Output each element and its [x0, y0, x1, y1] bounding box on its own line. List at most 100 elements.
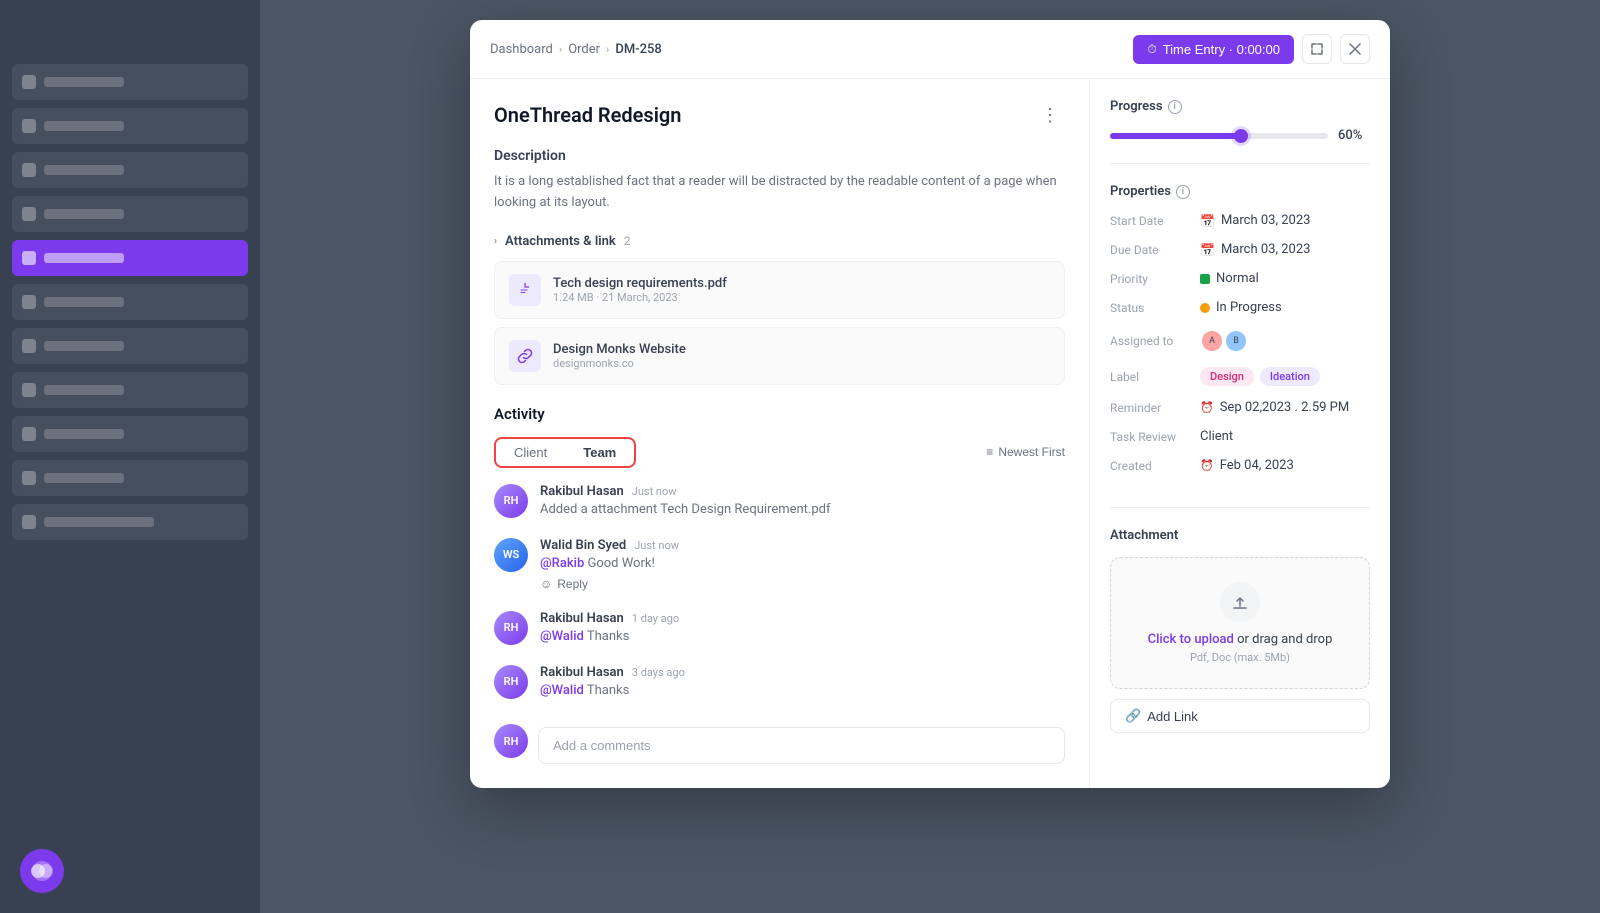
sidebar-item-4 — [12, 196, 248, 232]
label-value: Design Ideation — [1200, 367, 1320, 386]
label-ideation-tag[interactable]: Ideation — [1260, 367, 1320, 386]
task-review-label: Task Review — [1110, 430, 1200, 444]
upload-link-text[interactable]: Click to upload — [1148, 632, 1234, 647]
avatar-rakibul-2: RH — [494, 611, 528, 645]
attachment-link[interactable]: Design Monks Website designmonks.co — [494, 327, 1065, 385]
modal-container: Dashboard › Order › DM-258 ⏱ Time Entry … — [470, 20, 1390, 788]
activity-content-3: Rakibul Hasan 1 day ago @Walid Thanks — [540, 611, 1065, 645]
activity-content-1: Rakibul Hasan Just now Added a attachmen… — [540, 484, 1065, 518]
breadcrumb-dashboard[interactable]: Dashboard — [490, 42, 553, 57]
task-title: OneThread Redesign — [494, 103, 681, 127]
due-date[interactable]: March 03, 2023 — [1221, 242, 1311, 257]
attachments-header[interactable]: › Attachments & link 2 — [494, 234, 1065, 249]
created-label: Created — [1110, 459, 1200, 473]
activity-item-1: RH Rakibul Hasan Just now Added a attach… — [494, 484, 1065, 518]
activity-item-4: RH Rakibul Hasan 3 days ago @Walid Thank… — [494, 665, 1065, 699]
assignee-avatar-1: A — [1200, 329, 1224, 353]
reply-icon: ☺ — [540, 577, 552, 591]
activity-tabs: Client Team — [494, 437, 636, 468]
calendar-icon-2: 📅 — [1200, 243, 1215, 257]
link-chain-icon: 🔗 — [1125, 708, 1141, 724]
sidebar-background — [0, 0, 260, 913]
pdf-icon — [509, 274, 541, 306]
more-options-button[interactable]: ⋮ — [1035, 103, 1065, 128]
tab-client[interactable]: Client — [496, 439, 565, 466]
activity-text-3: @Walid Thanks — [540, 629, 1065, 644]
sidebar-item-10 — [12, 504, 248, 540]
user-time-2: Just now — [634, 539, 679, 552]
breadcrumb-order[interactable]: Order — [568, 42, 600, 57]
breadcrumb: Dashboard › Order › DM-258 — [490, 42, 662, 57]
user-name-3: Rakibul Hasan — [540, 611, 624, 626]
progress-bar[interactable] — [1110, 133, 1328, 139]
sidebar-item-7 — [12, 372, 248, 408]
pdf-name: Tech design requirements.pdf — [553, 276, 727, 291]
attachment-right-section: Attachment Click to upload or drag and d… — [1110, 528, 1370, 733]
user-name-1: Rakibul Hasan — [540, 484, 624, 499]
clock-icon: ⏱ — [1147, 42, 1156, 57]
reminder-text[interactable]: Sep 02,2023 . 2.59 PM — [1220, 400, 1350, 415]
assigned-to-value: A B — [1200, 329, 1242, 353]
activity-item-2: WS Walid Bin Syed Just now @Rakib Good W… — [494, 538, 1065, 591]
task-review-value: Client — [1200, 429, 1233, 444]
breadcrumb-sep-1: › — [559, 43, 562, 56]
upload-hint: Pdf, Doc (max. 5Mb) — [1127, 651, 1353, 664]
reminder-label: Reminder — [1110, 401, 1200, 415]
created-value: ⏰ Feb 04, 2023 — [1200, 458, 1294, 473]
modal-area: Dashboard › Order › DM-258 ⏱ Time Entry … — [260, 0, 1600, 913]
calendar-icon-1: 📅 — [1200, 214, 1215, 228]
progress-percentage: 60% — [1338, 128, 1370, 143]
reply-label: Reply — [557, 577, 588, 591]
prop-status: Status In Progress — [1110, 300, 1370, 315]
left-panel: OneThread Redesign ⋮ Description It is a… — [470, 79, 1090, 788]
attachment-label: Attachment — [1110, 528, 1178, 543]
priority-text[interactable]: Normal — [1216, 271, 1259, 286]
progress-info-icon: i — [1168, 100, 1182, 114]
upload-text: Click to upload or drag and drop — [1127, 632, 1353, 647]
status-dot-icon — [1200, 303, 1210, 313]
pdf-meta: 1.24 MB · 21 March, 2023 — [553, 291, 727, 304]
time-entry-button[interactable]: ⏱ Time Entry · 0:00:00 — [1133, 35, 1294, 64]
attachment-pdf[interactable]: Tech design requirements.pdf 1.24 MB · 2… — [494, 261, 1065, 319]
expand-button[interactable] — [1302, 34, 1332, 64]
due-date-label: Due Date — [1110, 243, 1200, 257]
priority-value: Normal — [1200, 271, 1259, 286]
activity-tabs-row: Client Team ≡ Newest First — [494, 437, 1065, 468]
tab-team[interactable]: Team — [565, 439, 634, 466]
label-design-tag[interactable]: Design — [1200, 367, 1254, 386]
sidebar-item-5 — [12, 284, 248, 320]
reply-button[interactable]: ☺ Reply — [540, 577, 588, 591]
start-date[interactable]: March 03, 2023 — [1221, 213, 1311, 228]
user-row-2: Walid Bin Syed Just now — [540, 538, 1065, 553]
user-time-1: Just now — [632, 485, 677, 498]
prop-created: Created ⏰ Feb 04, 2023 — [1110, 458, 1370, 473]
properties-info-icon: i — [1176, 185, 1190, 199]
right-panel: Progress i 60% Prop — [1090, 79, 1390, 788]
created-text[interactable]: Feb 04, 2023 — [1220, 458, 1294, 473]
status-label: Status — [1110, 301, 1200, 315]
description-label: Description — [494, 148, 1065, 164]
status-text[interactable]: In Progress — [1216, 300, 1282, 315]
description-text: It is a long established fact that a rea… — [494, 172, 1065, 214]
app-logo — [20, 849, 64, 893]
close-button[interactable] — [1340, 34, 1370, 64]
upload-box[interactable]: Click to upload or drag and drop Pdf, Do… — [1110, 557, 1370, 689]
priority-label: Priority — [1110, 272, 1200, 286]
sort-label: Newest First — [998, 445, 1065, 459]
progress-section: Progress i 60% — [1110, 99, 1370, 164]
attachment-right-title: Attachment — [1110, 528, 1370, 543]
comment-input[interactable] — [538, 727, 1065, 764]
task-review-text[interactable]: Client — [1200, 429, 1233, 444]
sidebar-item-2 — [12, 108, 248, 144]
mention-3: @Walid — [540, 629, 584, 644]
sort-button[interactable]: ≡ Newest First — [986, 445, 1065, 459]
upload-icon — [1220, 582, 1260, 622]
activity-text-1: Added a attachment Tech Design Requireme… — [540, 502, 1065, 517]
reminder-value: ⏰ Sep 02,2023 . 2.59 PM — [1200, 400, 1349, 415]
avatar-commenter: RH — [494, 724, 528, 758]
status-value: In Progress — [1200, 300, 1282, 315]
add-link-button[interactable]: 🔗 Add Link — [1110, 699, 1370, 733]
mention-2: @Rakib — [540, 556, 584, 571]
clock-created-icon: ⏰ — [1200, 459, 1214, 472]
user-row-4: Rakibul Hasan 3 days ago — [540, 665, 1065, 680]
